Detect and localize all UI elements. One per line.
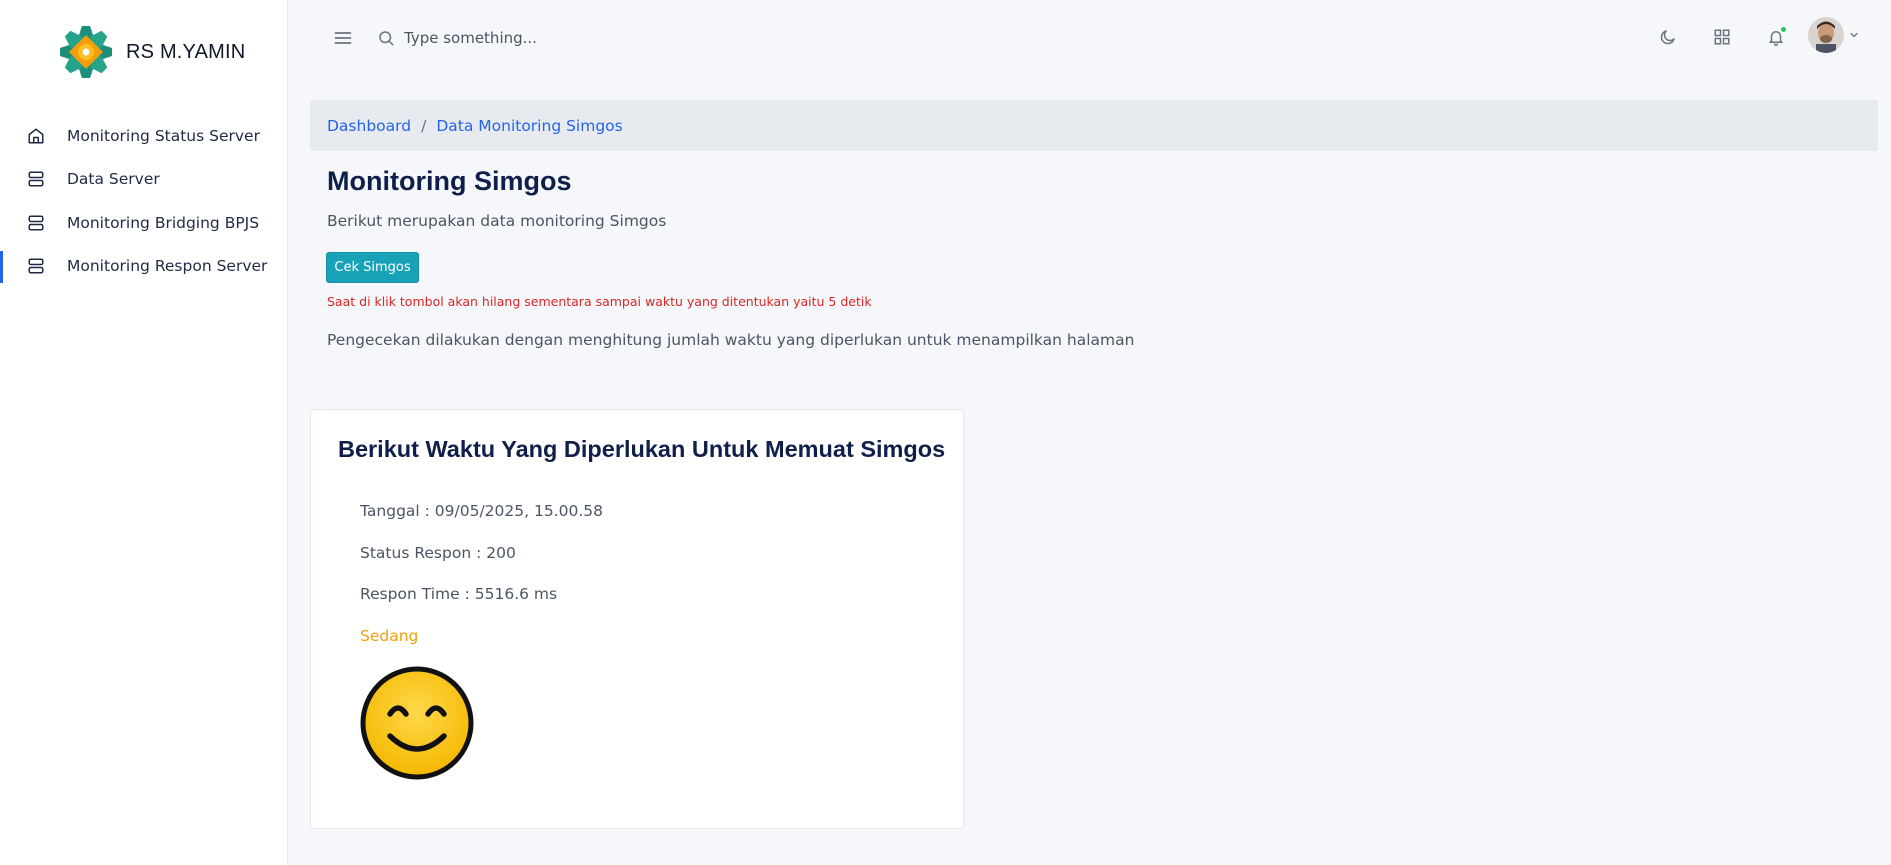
chevron-down-icon	[1850, 32, 1858, 38]
topbar	[288, 0, 1891, 78]
apps-button[interactable]	[1709, 24, 1735, 50]
brand[interactable]: RS M.YAMIN	[58, 24, 245, 80]
search-icon	[379, 31, 394, 46]
sidebar-item-label: Monitoring Bridging BPJS	[67, 213, 260, 232]
server-icon	[28, 171, 44, 187]
sidebar-item-label: Data Server	[67, 170, 160, 189]
sidebar-nav: Monitoring Status Server Data Server Mon…	[0, 114, 287, 288]
sidebar-item-data-server[interactable]: Data Server	[0, 158, 287, 202]
user-menu[interactable]	[1808, 17, 1860, 53]
server-icon	[28, 258, 44, 274]
notification-dot	[1780, 26, 1787, 33]
breadcrumb-current[interactable]: Data Monitoring Simgos	[436, 117, 622, 135]
card-title: Berikut Waktu Yang Diperlukan Untuk Memu…	[338, 436, 946, 462]
page-title: Monitoring Simgos	[327, 166, 572, 196]
sidebar-item-label: Monitoring Respon Server	[67, 257, 268, 276]
home-icon	[28, 128, 44, 144]
hospital-logo-icon	[60, 26, 112, 78]
sidebar-item-monitoring-respon-server[interactable]: Monitoring Respon Server	[0, 245, 287, 289]
tanggal-text: Tanggal : 09/05/2025, 15.00.58	[360, 502, 603, 520]
sidebar: RS M.YAMIN Monitoring Status Server Data…	[0, 0, 288, 865]
notifications-button[interactable]	[1763, 24, 1789, 50]
smiley-face-icon	[360, 666, 474, 780]
dark-mode-toggle[interactable]	[1655, 24, 1681, 50]
sidebar-item-monitoring-status-server[interactable]: Monitoring Status Server	[0, 114, 287, 158]
status-label: Sedang	[360, 627, 419, 645]
cek-simgos-button[interactable]: Cek Simgos	[326, 252, 419, 283]
warning-text: Saat di klik tombol akan hilang sementar…	[327, 294, 872, 309]
breadcrumb-dashboard[interactable]: Dashboard	[327, 117, 411, 135]
status-respon-text: Status Respon : 200	[360, 544, 516, 562]
note-text: Pengecekan dilakukan dengan menghitung j…	[327, 331, 1135, 349]
moon-icon	[1660, 30, 1675, 45]
breadcrumb-separator: /	[421, 116, 427, 135]
grid-icon	[1714, 29, 1730, 45]
respon-time-text: Respon Time : 5516.6 ms	[360, 585, 558, 603]
search-input[interactable]	[404, 22, 804, 54]
sidebar-item-label: Monitoring Status Server	[67, 126, 260, 145]
menu-icon[interactable]	[333, 28, 353, 48]
page-subtitle: Berikut merupakan data monitoring Simgos	[327, 212, 667, 230]
server-icon	[28, 215, 44, 231]
avatar	[1808, 17, 1844, 53]
breadcrumb: Dashboard / Data Monitoring Simgos	[310, 100, 1878, 151]
result-card: Berikut Waktu Yang Diperlukan Untuk Memu…	[310, 409, 964, 829]
brand-name: RS M.YAMIN	[126, 40, 246, 63]
sidebar-item-monitoring-bridging-bpjs[interactable]: Monitoring Bridging BPJS	[0, 201, 287, 245]
